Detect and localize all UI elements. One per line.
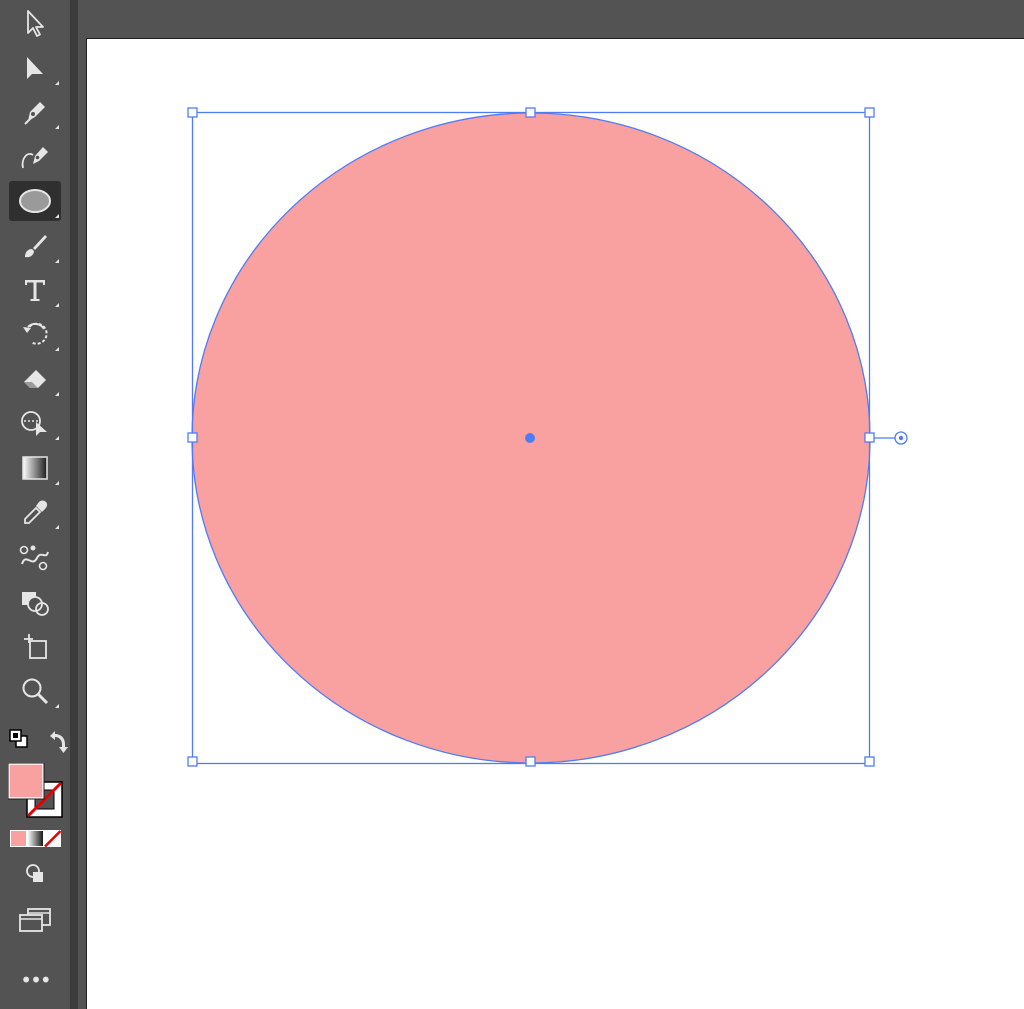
handle-bottom-right[interactable] (864, 756, 875, 767)
tool-flyout-indicator (55, 81, 59, 85)
arrow-outline-icon (27, 10, 44, 37)
illustrator-window: ••• (0, 0, 1024, 1009)
none-mode-button[interactable] (44, 830, 62, 848)
fill-swatch[interactable] (7, 762, 45, 800)
shape-builder-tool[interactable] (9, 582, 61, 622)
handle-bottom-left[interactable] (187, 756, 198, 767)
ellipse-tool[interactable] (9, 181, 61, 221)
puppet-warp-icon (21, 411, 47, 436)
swap-fill-stroke-button[interactable] (44, 728, 70, 754)
blend-icon (19, 545, 49, 571)
default-fill-stroke-button[interactable] (8, 728, 30, 750)
type-tool[interactable] (9, 270, 61, 310)
tool-flyout-indicator (55, 436, 59, 440)
curvature-tool[interactable] (9, 136, 61, 176)
canvas-layer (187, 107, 908, 767)
eraser-tool[interactable] (9, 359, 61, 399)
tool-flyout-indicator (55, 525, 59, 529)
tool-flyout-indicator (55, 125, 59, 129)
handle-top-right[interactable] (864, 107, 875, 118)
puppet-warp-tool[interactable] (9, 403, 61, 443)
fill-stroke-swatches-graphic (7, 762, 63, 818)
selection-tool[interactable] (9, 3, 61, 43)
blend-tool[interactable] (9, 537, 61, 577)
screen-mode-button[interactable] (16, 904, 54, 936)
tools-panel: ••• (0, 0, 70, 1009)
ellipse-icon (19, 189, 51, 213)
gradient-mode-button[interactable] (27, 830, 44, 847)
pen-tool[interactable] (9, 92, 61, 132)
rotate-tool[interactable] (9, 314, 61, 354)
tool-flyout-indicator (55, 259, 59, 263)
zoom-tool[interactable] (9, 671, 61, 711)
center-point[interactable] (525, 433, 535, 443)
handle-middle-right[interactable] (864, 432, 875, 443)
type-icon (25, 280, 45, 301)
gradient-icon (22, 456, 48, 480)
zoom-icon (22, 678, 49, 705)
eyedropper-icon (24, 500, 48, 524)
tool-flyout-indicator (55, 303, 59, 307)
eraser-icon (24, 370, 46, 388)
swap-arrow-icon (50, 731, 68, 753)
color-mode-button[interactable] (10, 830, 27, 847)
panel-divider (70, 0, 78, 1009)
draw-normal-icon (26, 864, 43, 882)
pen-icon (24, 102, 45, 125)
tool-flyout-indicator (55, 704, 59, 708)
color-mode-buttons (10, 830, 62, 848)
handle-top-left[interactable] (187, 107, 198, 118)
curvature-pen-icon (21, 147, 48, 169)
drawing-mode-button[interactable] (20, 860, 50, 888)
pie-widget-handle[interactable] (894, 431, 908, 445)
default-colors-icon (9, 729, 28, 748)
brush-icon (25, 235, 47, 258)
handle-top-center[interactable] (525, 107, 536, 118)
gradient-tool[interactable] (9, 448, 61, 488)
arrow-filled-icon (27, 57, 43, 79)
paintbrush-tool[interactable] (9, 226, 61, 266)
eyedropper-tool[interactable] (9, 492, 61, 532)
rotate-icon (23, 322, 48, 345)
artboard-tool[interactable] (9, 626, 61, 666)
handle-bottom-center[interactable] (525, 756, 536, 767)
handle-middle-left[interactable] (187, 432, 198, 443)
tool-flyout-indicator (55, 214, 59, 218)
direct-selection-tool[interactable] (9, 48, 61, 88)
artboard-icon (24, 634, 47, 659)
color-mode-graphic (10, 830, 62, 848)
tool-flyout-indicator (55, 392, 59, 396)
shape-builder-icon (22, 592, 49, 616)
tool-flyout-indicator (55, 347, 59, 351)
tool-flyout-indicator (55, 481, 59, 485)
fill-stroke-swatches (7, 762, 66, 821)
edit-toolbar-button[interactable]: ••• (10, 966, 60, 994)
screen-mode-icon (19, 908, 51, 932)
